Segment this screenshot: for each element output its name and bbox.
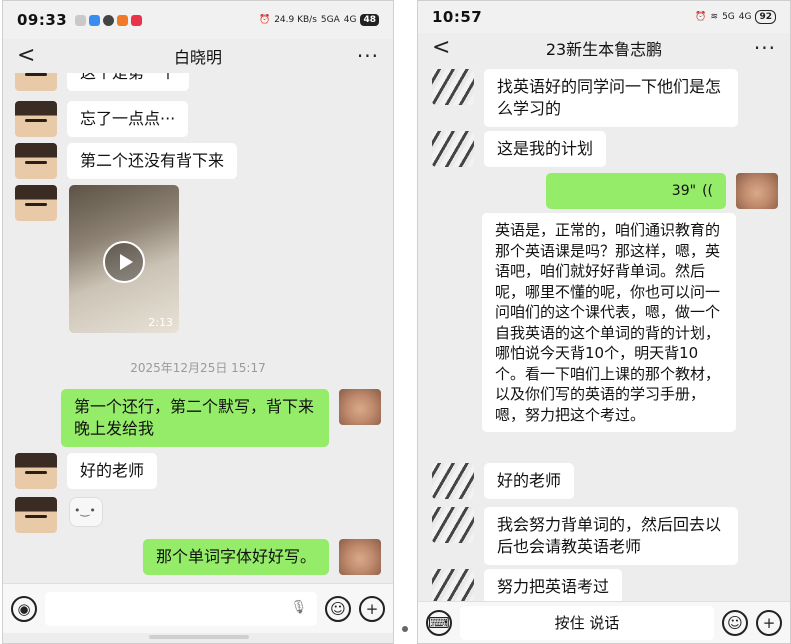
message-bubble[interactable]: 找英语好的同学问一下他们是怎么学习的 <box>484 69 738 127</box>
notif-icon <box>103 14 115 26</box>
plus-icon[interactable]: + <box>359 595 385 622</box>
message-bubble[interactable]: 好的老师 <box>67 453 158 489</box>
emoji-icon[interactable]: ☺ <box>722 609 748 636</box>
message-bubble[interactable]: 第一个还行，第二个默写，背下来晚上发给我 <box>61 389 329 447</box>
received-video-message[interactable]: 2:13 <box>15 185 179 333</box>
message-bubble[interactable]: 英语是，正常的，咱们通识教育的那个英语课是吗？那这样，嗯，英语吧，咱们就好好背单… <box>482 213 736 432</box>
status-time: 10:57 <box>432 8 483 26</box>
chat-header: < 白晓明 ··· <box>3 39 393 73</box>
signal-4g: 4G <box>738 12 752 22</box>
avatar[interactable] <box>15 185 57 221</box>
sent-message[interactable]: 第一个还行，第二个默写，背下来晚上发给我 <box>61 389 381 447</box>
keyboard-icon[interactable]: ⌨ <box>426 609 452 636</box>
avatar[interactable] <box>432 131 474 167</box>
avatar[interactable] <box>736 173 778 209</box>
message-bubble[interactable]: 那个单词字体好好写。 <box>142 539 329 575</box>
video-duration: 2:13 <box>148 316 173 329</box>
chat-title: 白晓明 <box>173 48 222 67</box>
avatar[interactable] <box>15 143 57 179</box>
message-input[interactable]: 🎙 <box>45 591 317 626</box>
received-message[interactable]: 英语是，正常的，咱们通识教育的那个英语课是吗？那这样，嗯，英语吧，咱们就好好背单… <box>472 213 736 432</box>
signal-4g: 4G <box>343 15 357 25</box>
message-bubble[interactable]: 这是我的计划 <box>484 131 607 167</box>
received-message[interactable]: 找英语好的同学问一下他们是怎么学习的 <box>432 69 738 127</box>
chat-area[interactable]: 这个是第一个 忘了一点点··· 第二个还没有背下来 2:13 2025年12月2… <box>3 73 393 585</box>
status-right: ⏰ ≋ 5G 4G 92 <box>695 10 776 24</box>
avatar[interactable] <box>339 389 381 425</box>
status-bar: 10:57 ⏰ ≋ 5G 4G 92 <box>418 1 790 33</box>
chat-header: < 23新生本鲁志鹏 ··· <box>418 33 790 63</box>
received-message[interactable]: 我会努力背单词的，然后回去以后也会请教英语老师 <box>432 507 738 565</box>
notif-icon <box>89 14 101 26</box>
received-message[interactable]: 第二个还没有背下来 <box>15 143 238 179</box>
signal-5ga: 5GA <box>320 15 340 25</box>
avatar[interactable] <box>15 101 57 137</box>
message-bubble[interactable]: 第二个还没有背下来 <box>67 143 238 179</box>
left-phone: 09:33 ⏰ 24.9 KB/s 5GA 4G 48 < 白晓明 ··· 忘了… <box>2 0 394 644</box>
back-arrow-icon[interactable]: < <box>432 37 462 59</box>
message-bubble[interactable]: 忘了一点点··· <box>67 101 189 137</box>
back-arrow-icon[interactable]: < <box>17 45 47 67</box>
status-time: 09:33 <box>17 11 68 29</box>
voice-duration: 39" <box>671 183 697 199</box>
input-bar: ⌨ 按住 说话 ☺ + <box>418 601 790 643</box>
avatar[interactable] <box>432 69 474 105</box>
sent-message[interactable]: 那个单词字体好好写。 <box>142 539 381 575</box>
plus-icon[interactable]: + <box>756 609 782 636</box>
avatar[interactable] <box>432 569 474 601</box>
voice-icon[interactable]: ◉ <box>11 595 37 622</box>
avatar[interactable] <box>432 463 474 499</box>
avatar[interactable] <box>432 507 474 543</box>
separator-dot <box>402 626 408 632</box>
notification-icons <box>75 14 143 26</box>
hold-to-talk-button[interactable]: 按住 说话 <box>460 605 714 640</box>
wifi-icon: ≋ <box>710 12 719 22</box>
avatar[interactable] <box>15 453 57 489</box>
received-message[interactable]: 这个是第一个 <box>15 73 190 91</box>
avatar[interactable] <box>15 497 57 533</box>
status-right: ⏰ 24.9 KB/s 5GA 4G 48 <box>259 14 379 26</box>
notif-icon <box>117 14 129 26</box>
signal-5g: 5G <box>722 12 735 22</box>
avatar[interactable] <box>15 73 57 91</box>
received-sticker[interactable] <box>15 497 103 533</box>
received-message[interactable]: 努力把英语考过 <box>432 569 623 601</box>
notif-icon <box>131 14 143 26</box>
received-message[interactable]: 好的老师 <box>15 453 158 489</box>
more-icon[interactable]: ··· <box>746 36 776 60</box>
message-bubble[interactable]: 我会努力背单词的，然后回去以后也会请教英语老师 <box>484 507 738 565</box>
voice-bubble[interactable]: 39" (( <box>546 173 726 209</box>
home-indicator[interactable] <box>149 635 249 639</box>
sticker-image[interactable] <box>69 497 103 527</box>
chat-title: 23新生本鲁志鹏 <box>545 40 663 59</box>
mic-icon[interactable]: 🎙 <box>290 600 307 615</box>
chat-area[interactable]: 找英语好的同学问一下他们是怎么学习的 这是我的计划 39" (( 英语是，正常的… <box>418 63 790 601</box>
message-bubble[interactable]: 这个是第一个 <box>67 73 190 91</box>
status-bar: 09:33 ⏰ 24.9 KB/s 5GA 4G 48 <box>3 1 393 39</box>
voice-wave-icon: (( <box>702 183 713 199</box>
input-bar: ◉ 🎙 ☺ + <box>3 583 393 633</box>
notif-icon <box>75 14 87 26</box>
screenshot-canvas: 09:33 ⏰ 24.9 KB/s 5GA 4G 48 < 白晓明 ··· 忘了… <box>0 0 791 644</box>
chat-timestamp: 2025年12月25日 15:17 <box>130 361 266 375</box>
received-message[interactable]: 这是我的计划 <box>432 131 607 167</box>
battery-indicator: 92 <box>755 10 776 24</box>
message-bubble[interactable]: 努力把英语考过 <box>484 569 623 601</box>
play-icon[interactable] <box>103 241 145 283</box>
right-phone: 10:57 ⏰ ≋ 5G 4G 92 < 23新生本鲁志鹏 ··· 找英语好的同… <box>417 0 791 644</box>
sent-voice-message[interactable]: 39" (( <box>546 173 778 209</box>
emoji-icon[interactable]: ☺ <box>325 595 351 622</box>
received-message[interactable]: 好的老师 <box>432 463 575 499</box>
video-thumbnail[interactable]: 2:13 <box>69 185 179 333</box>
more-icon[interactable]: ··· <box>349 44 379 68</box>
battery-indicator: 48 <box>360 14 379 26</box>
message-bubble[interactable]: 好的老师 <box>484 463 575 499</box>
net-speed: 24.9 KB/s <box>274 15 317 25</box>
alarm-icon: ⏰ <box>258 15 271 25</box>
received-message[interactable]: 忘了一点点··· <box>15 101 189 137</box>
alarm-icon: ⏰ <box>695 12 707 22</box>
avatar[interactable] <box>339 539 381 575</box>
